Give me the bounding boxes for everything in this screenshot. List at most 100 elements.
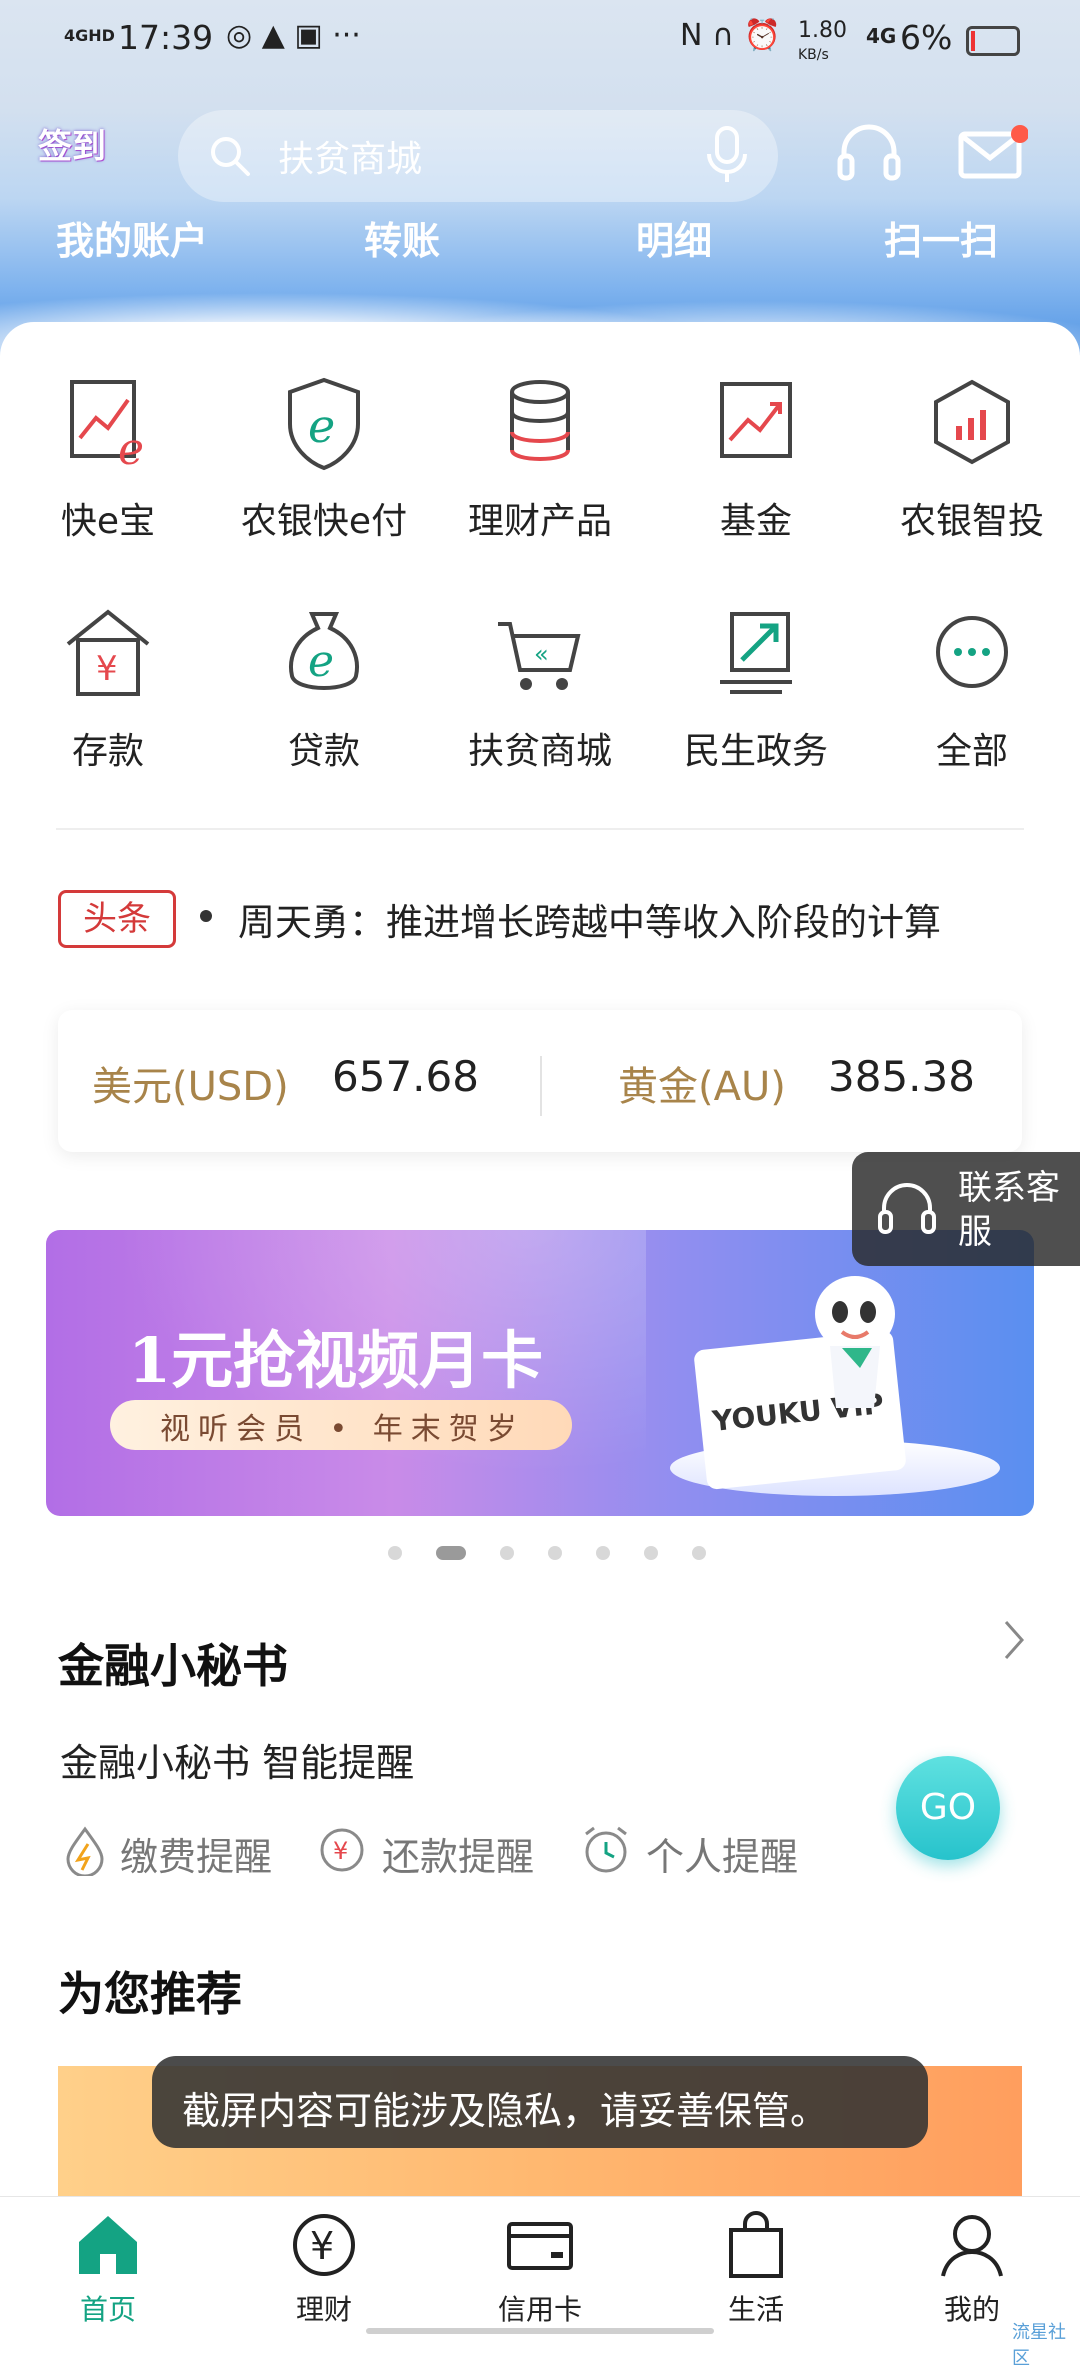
nav-life[interactable]: 生活 [686, 2210, 826, 2328]
usd-value: 657.68 [332, 1052, 479, 1101]
gold-label: 黄金(AU) [618, 1064, 786, 1110]
more-dots-icon [936, 616, 1008, 688]
alarm-clock-icon [585, 1826, 627, 1873]
mascot-image [815, 1276, 895, 1408]
go-button[interactable]: GO [896, 1756, 1000, 1860]
grid-item-kuai-e-bao[interactable]: e 快e宝 [8, 374, 208, 544]
grid-item-label: 农银智投 [899, 501, 1044, 542]
grid-item-label: 贷款 [287, 731, 360, 772]
speed-value: 1.80 [798, 18, 847, 43]
house-yen-icon: ¥ [66, 609, 150, 696]
battery-percent: 6% [900, 18, 953, 57]
app-notification-icons: ◎ ▲ ▣ ··· [226, 18, 361, 53]
yen-circle-icon: ¥ [293, 2214, 355, 2276]
status-bar: 4GHD 17:39 ◎ ▲ ▣ ··· N ∩ ⏰ 1.80 KB/s 4G … [0, 0, 1080, 84]
svg-text:e: e [118, 424, 144, 474]
network-type: 4G [866, 24, 897, 48]
svg-text:¥: ¥ [333, 1837, 348, 1865]
banner-subtitle: 视听会员 • 年末贺岁 [160, 1412, 525, 1447]
nav-home[interactable]: 首页 [38, 2210, 178, 2328]
grid-item-kuai-e-fu[interactable]: e 农银快e付 [224, 374, 424, 544]
chevron-right-icon[interactable] [1002, 1618, 1026, 1662]
headline-text[interactable]: 周天勇：推进增长跨越中等收入阶段的计算 [238, 892, 941, 946]
grid-item-label: 全部 [935, 731, 1008, 772]
nav-wealth[interactable]: ¥ 理财 [254, 2210, 394, 2328]
chart-up-icon [720, 382, 792, 458]
nav-label: 理财 [295, 2293, 352, 2326]
signin-button[interactable]: 签到 [38, 112, 138, 182]
pager-dot [692, 1546, 706, 1560]
svg-text:¥: ¥ [96, 649, 118, 689]
headset-icon[interactable] [836, 120, 902, 186]
message-icon[interactable] [958, 124, 1028, 182]
shield-e-icon: e [288, 377, 360, 471]
grid-item-label: 民生政务 [683, 731, 828, 772]
pager-dot [548, 1546, 562, 1560]
shopping-bag-icon [729, 2211, 783, 2278]
svg-text:¥: ¥ [310, 2224, 334, 2268]
hexagon-chart-icon [934, 379, 1010, 465]
coin-stack-icon [510, 380, 570, 461]
pager-dot [436, 1546, 466, 1560]
reminder-personal[interactable]: 个人提醒 [646, 1826, 798, 1881]
grid-item-fund[interactable]: 基金 [656, 374, 856, 544]
trend-e-icon: e [70, 380, 144, 475]
quick-action-transfer[interactable]: 转账 [364, 210, 440, 265]
signal-indicator: 4GHD [64, 26, 115, 45]
divider [56, 828, 1024, 830]
document-arrow-icon [720, 612, 792, 694]
usd-label: 美元(USD) [92, 1064, 289, 1110]
grid-item-label: 扶贫商城 [467, 731, 612, 772]
search-bar[interactable] [178, 110, 778, 202]
headset-icon [878, 1183, 936, 1234]
quick-action-details[interactable]: 明细 [636, 210, 712, 265]
grid-item-gov-services[interactable]: 民生政务 [656, 604, 856, 774]
status-time: 17:39 [118, 18, 214, 57]
contact-service-label: 联系客服 [958, 1168, 1060, 1252]
speed-unit: KB/s [798, 47, 829, 63]
pager-dot [644, 1546, 658, 1560]
quick-action-scan[interactable]: 扫一扫 [884, 210, 998, 265]
reminder-repayment[interactable]: 还款提醒 [382, 1826, 534, 1881]
reminder-payment[interactable]: 缴费提醒 [120, 1826, 272, 1881]
svg-text:e: e [308, 399, 335, 453]
grid-item-label: 基金 [719, 501, 792, 542]
toast-text: 截屏内容可能涉及隐私，请妥善保管。 [182, 2089, 829, 2133]
pager-dot [388, 1546, 402, 1560]
secretary-title: 金融小秘书 [58, 1639, 288, 1693]
nav-credit-card[interactable]: 信用卡 [470, 2210, 610, 2328]
headline-tag: 头条 [58, 890, 176, 948]
grid-item-deposit[interactable]: ¥ 存款 [8, 604, 208, 774]
nav-mine[interactable]: 我的 [902, 2210, 1042, 2328]
nfc-headset-alarm-icons: N ∩ ⏰ [680, 18, 781, 53]
watermark: 流星社区 [1012, 2322, 1066, 2369]
yen-clock-icon: ¥ [320, 1828, 364, 1872]
nav-label: 首页 [79, 2293, 136, 2326]
grid-item-loan[interactable]: e 贷款 [224, 604, 424, 774]
battery-icon [966, 26, 1020, 56]
search-icon [211, 137, 250, 176]
pager-dot [500, 1546, 514, 1560]
grid-item-smart-invest[interactable]: 农银智投 [872, 374, 1072, 544]
rate-divider [540, 1056, 542, 1116]
pager-dot [596, 1546, 610, 1560]
quick-action-my-account[interactable]: 我的账户 [56, 210, 208, 265]
nav-label: 生活 [727, 2293, 784, 2326]
gold-value: 385.38 [828, 1052, 975, 1101]
grid-item-poverty-mall[interactable]: « 扶贫商城 [440, 604, 640, 774]
recommend-title: 为您推荐 [58, 1967, 242, 2021]
bullet-dot [200, 910, 212, 922]
grid-item-all[interactable]: 全部 [872, 604, 1072, 774]
grid-item-label: 快e宝 [60, 501, 156, 542]
grid-item-label: 理财产品 [467, 501, 612, 542]
secretary-subtitle: 金融小秘书 智能提醒 [60, 1741, 415, 1785]
money-bag-e-icon: e [289, 612, 359, 690]
grid-item-wealth-products[interactable]: 理财产品 [440, 374, 640, 544]
network-speed: 1.80 KB/s [798, 20, 847, 66]
svg-text:«: « [534, 640, 549, 668]
microphone-icon[interactable] [704, 126, 750, 186]
droplet-bolt-icon [66, 1826, 104, 1876]
svg-text:e: e [308, 636, 334, 687]
grid-item-label: 农银快e付 [240, 501, 408, 542]
person-icon [941, 2215, 1003, 2277]
